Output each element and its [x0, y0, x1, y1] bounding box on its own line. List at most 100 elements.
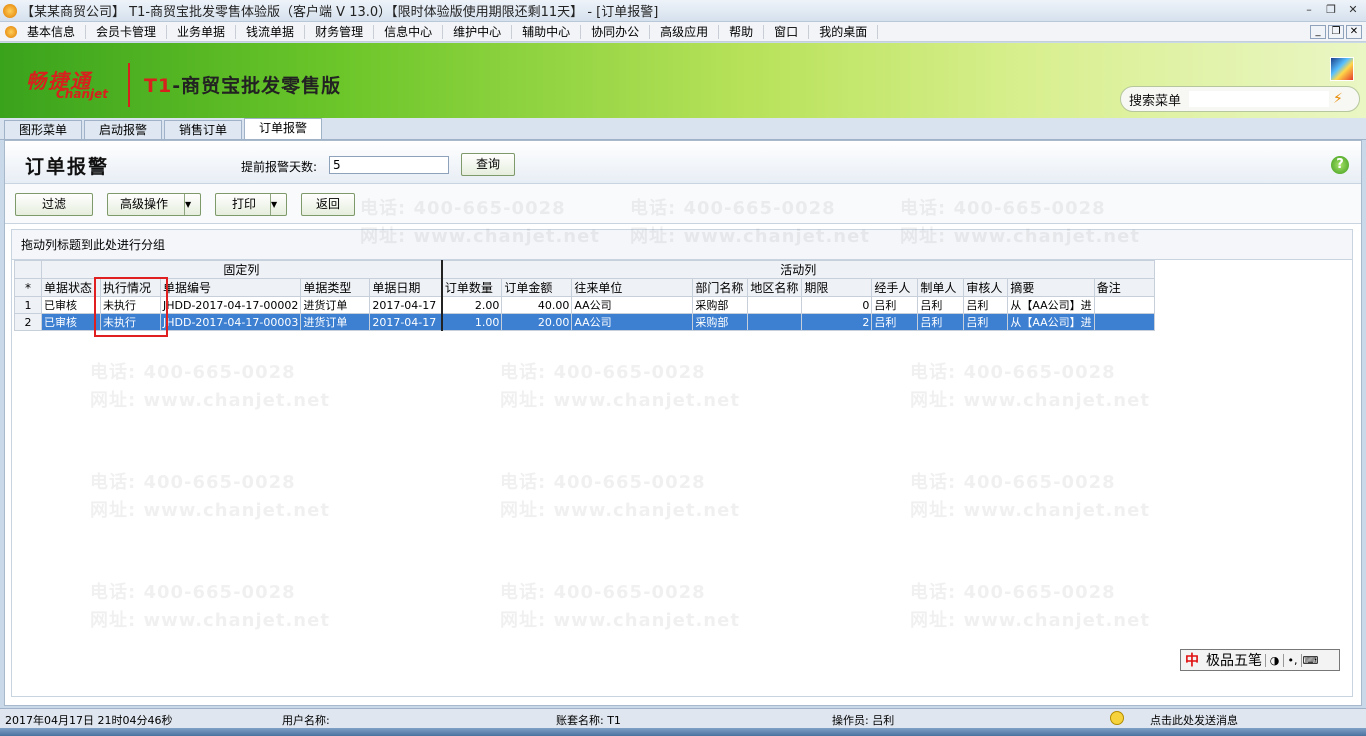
- group-header-row: 固定列 活动列: [14, 260, 1155, 279]
- cell-doc-number[interactable]: JHDD-2017-04-17-00002: [159, 296, 302, 314]
- cell-remarks[interactable]: [1093, 296, 1155, 314]
- send-message-link[interactable]: 点击此处发送消息: [1150, 712, 1238, 728]
- back-button[interactable]: 返回: [301, 193, 355, 216]
- col-term[interactable]: 期限: [801, 278, 873, 297]
- col-doc-status[interactable]: 单据状态: [41, 278, 101, 297]
- table-row-selected[interactable]: 2 已审核 未执行 JHDD-2017-04-17-00003 进货订单 201…: [14, 313, 1155, 331]
- menu-membership-card[interactable]: 会员卡管理: [86, 24, 168, 39]
- mdi-close-button[interactable]: ✕: [1346, 25, 1362, 39]
- col-partner[interactable]: 往来单位: [571, 278, 694, 297]
- cell-doc-date[interactable]: 2017-04-17: [369, 296, 443, 314]
- cell-order-qty[interactable]: 1.00: [441, 313, 503, 331]
- cell-term[interactable]: 0: [801, 296, 873, 314]
- col-doc-number[interactable]: 单据编号: [159, 278, 302, 297]
- menu-finance[interactable]: 财务管理: [305, 24, 375, 39]
- cell-doc-type[interactable]: 进货订单: [300, 313, 371, 331]
- col-creator[interactable]: 制单人: [917, 278, 965, 297]
- cell-doc-number[interactable]: JHDD-2017-04-17-00003: [159, 313, 302, 331]
- col-doc-date[interactable]: 单据日期: [369, 278, 443, 297]
- menu-collaboration[interactable]: 协同办公: [581, 24, 651, 39]
- window-controls: – ❐ ✕: [1300, 3, 1362, 18]
- search-go-icon[interactable]: ⚡: [1333, 91, 1343, 107]
- cell-remarks[interactable]: [1093, 313, 1155, 331]
- table-row[interactable]: 1 已审核 未执行 JHDD-2017-04-17-00002 进货订单 201…: [14, 296, 1155, 314]
- tab-startup-alert[interactable]: 启动报警: [84, 120, 163, 139]
- col-execution-status[interactable]: 执行情况: [100, 278, 161, 297]
- cell-order-amount[interactable]: 20.00: [501, 313, 573, 331]
- cell-department[interactable]: 采购部: [692, 296, 749, 314]
- menu-window[interactable]: 窗口: [764, 24, 810, 39]
- mdi-restore-button[interactable]: ❐: [1328, 25, 1344, 39]
- filter-button[interactable]: 过滤: [15, 193, 93, 216]
- col-summary[interactable]: 摘要: [1007, 278, 1095, 297]
- restore-button[interactable]: ❐: [1322, 3, 1340, 18]
- cell-creator[interactable]: 吕利: [917, 296, 965, 314]
- cell-summary[interactable]: 从【AA公司】进: [1007, 296, 1095, 314]
- cell-summary[interactable]: 从【AA公司】进: [1007, 313, 1095, 331]
- menu-info-center[interactable]: 信息中心: [374, 24, 444, 39]
- menu-my-desktop[interactable]: 我的桌面: [809, 24, 879, 39]
- cell-order-qty[interactable]: 2.00: [441, 296, 503, 314]
- col-department[interactable]: 部门名称: [692, 278, 749, 297]
- fullwidth-toggle-icon[interactable]: ◑: [1265, 653, 1283, 667]
- menu-search-input[interactable]: [1189, 91, 1330, 107]
- soft-keyboard-icon[interactable]: ⌨: [1301, 653, 1319, 667]
- cell-partner[interactable]: AA公司: [571, 296, 694, 314]
- cell-auditor[interactable]: 吕利: [963, 296, 1009, 314]
- cell-region[interactable]: [747, 313, 803, 331]
- cell-doc-type[interactable]: 进货订单: [300, 296, 371, 314]
- punctuation-toggle-icon[interactable]: •,: [1283, 653, 1301, 667]
- ime-toolbar[interactable]: 中 极品五笔 ◑ •, ⌨: [1180, 649, 1340, 671]
- mdi-minimize-button[interactable]: _: [1310, 25, 1326, 39]
- print-button[interactable]: 打印 ▼: [215, 193, 287, 216]
- col-handler[interactable]: 经手人: [871, 278, 919, 297]
- document-tabs: 图形菜单 启动报警 销售订单 订单报警: [0, 118, 1366, 140]
- col-remarks[interactable]: 备注: [1093, 278, 1155, 297]
- cell-handler[interactable]: 吕利: [871, 296, 919, 314]
- menu-advanced[interactable]: 高级应用: [650, 24, 720, 39]
- col-region[interactable]: 地区名称: [747, 278, 803, 297]
- chevron-down-icon[interactable]: ▼: [270, 194, 286, 215]
- cell-doc-status[interactable]: 已审核: [41, 296, 101, 314]
- cell-handler[interactable]: 吕利: [871, 313, 919, 331]
- advanced-ops-button[interactable]: 高级操作 ▼: [107, 193, 201, 216]
- cell-term[interactable]: 2: [801, 313, 873, 331]
- ime-logo-icon[interactable]: 中: [1181, 650, 1203, 670]
- cell-creator[interactable]: 吕利: [917, 313, 965, 331]
- tab-sales-order[interactable]: 销售订单: [164, 120, 243, 139]
- cell-department[interactable]: 采购部: [692, 313, 749, 331]
- cell-execution-status[interactable]: 未执行: [100, 313, 161, 331]
- col-order-amount[interactable]: 订单金额: [501, 278, 573, 297]
- print-label: 打印: [232, 197, 257, 211]
- ime-name[interactable]: 极品五笔: [1203, 650, 1265, 670]
- query-button[interactable]: 查询: [461, 153, 515, 176]
- status-account: 账套名称: T1: [556, 714, 621, 727]
- cell-doc-status[interactable]: 已审核: [41, 313, 101, 331]
- cell-auditor[interactable]: 吕利: [963, 313, 1009, 331]
- menu-business-docs[interactable]: 业务单据: [167, 24, 237, 39]
- help-icon[interactable]: ?: [1331, 156, 1349, 174]
- skin-switch-icon[interactable]: [1330, 57, 1354, 81]
- col-order-qty[interactable]: 订单数量: [441, 278, 503, 297]
- tab-order-alert[interactable]: 订单报警: [244, 118, 323, 139]
- tab-graphic-menu[interactable]: 图形菜单: [4, 120, 83, 139]
- menu-cash-docs[interactable]: 钱流单据: [236, 24, 306, 39]
- cell-execution-status[interactable]: 未执行: [100, 296, 161, 314]
- menu-assist-center[interactable]: 辅助中心: [512, 24, 582, 39]
- menu-maintenance[interactable]: 维护中心: [443, 24, 513, 39]
- brand-divider: [128, 63, 130, 107]
- col-auditor[interactable]: 审核人: [963, 278, 1009, 297]
- cell-partner[interactable]: AA公司: [571, 313, 694, 331]
- cell-order-amount[interactable]: 40.00: [501, 296, 573, 314]
- menu-help[interactable]: 帮助: [719, 24, 765, 39]
- row-marker: *: [14, 278, 42, 297]
- minimize-button[interactable]: –: [1300, 3, 1318, 18]
- cell-region[interactable]: [747, 296, 803, 314]
- chevron-down-icon[interactable]: ▼: [184, 194, 200, 215]
- cell-doc-date[interactable]: 2017-04-17: [369, 313, 443, 331]
- menu-basic-info[interactable]: 基本信息: [17, 24, 87, 39]
- close-button[interactable]: ✕: [1344, 3, 1362, 18]
- col-doc-type[interactable]: 单据类型: [300, 278, 371, 297]
- alert-days-input[interactable]: [329, 156, 449, 174]
- group-by-drop-zone[interactable]: 拖动列标题到此处进行分组: [11, 229, 1353, 259]
